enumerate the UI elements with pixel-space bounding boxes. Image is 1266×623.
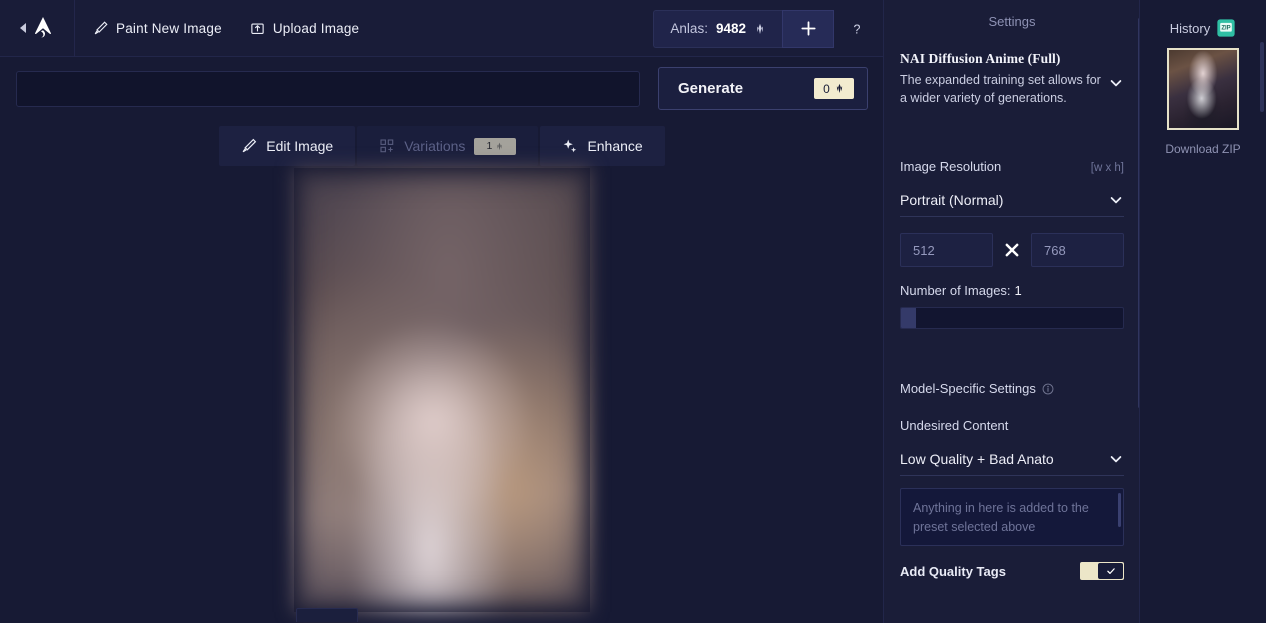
anlas-balance-button[interactable]: Anlas: 9482 <box>653 9 782 48</box>
checkmark-icon <box>1106 568 1115 575</box>
image-canvas-area <box>0 168 884 623</box>
model-specific-settings-section: Model-Specific Settings Undesired Conten… <box>900 381 1124 581</box>
image-toolbar-stub[interactable] <box>296 608 358 622</box>
number-of-images-value: 1 <box>1014 283 1022 299</box>
model-specific-header: Model-Specific Settings <box>900 381 1124 396</box>
model-specific-label: Model-Specific Settings <box>900 381 1036 397</box>
add-quality-tags-toggle[interactable] <box>1080 562 1124 581</box>
app-root: Paint New Image Upload Image Anlas: 9482 <box>0 0 1266 623</box>
main-column: Paint New Image Upload Image Anlas: 9482 <box>0 0 884 623</box>
paintbrush-icon <box>94 20 108 34</box>
model-description: The expanded training set allows for a w… <box>900 73 1101 106</box>
variations-cost-badge: 1 <box>474 137 517 155</box>
height-input[interactable]: 768 <box>1031 233 1124 268</box>
history-title: History <box>1169 20 1211 36</box>
download-zip-button[interactable]: Download ZIP <box>1140 142 1266 156</box>
generated-image-vignette <box>294 168 590 612</box>
history-thumbnail-item[interactable] <box>1167 48 1239 130</box>
add-anlas-button[interactable] <box>782 9 834 48</box>
pencil-icon <box>243 138 257 153</box>
history-panel: History ZIP Download ZIP <box>1140 0 1266 623</box>
anlas-icon <box>757 23 763 34</box>
chevron-down-icon <box>1110 197 1122 204</box>
paint-new-image-label: Paint New Image <box>116 20 222 36</box>
top-toolbar: Paint New Image Upload Image Anlas: 9482 <box>0 0 884 57</box>
image-resolution-hint: [w x h] <box>1090 162 1124 175</box>
number-of-images-row: Number of Images: 1 <box>900 283 1124 298</box>
undesired-content-textarea[interactable]: Anything in here is added to the preset … <box>900 488 1124 547</box>
sparkle-icon <box>564 139 577 153</box>
add-quality-tags-row: Add Quality Tags <box>900 562 1124 581</box>
toolbar-right-group: Anlas: 9482 ? <box>653 0 876 57</box>
history-scrollbar[interactable] <box>1260 42 1264 112</box>
number-of-images-label: Number of Images: <box>900 283 1011 299</box>
model-name: NAI Diffusion Anime (Full) <box>900 51 1061 66</box>
variations-button[interactable]: Variations 1 <box>357 126 539 166</box>
collapse-left-arrow-icon[interactable] <box>20 23 26 33</box>
generate-button[interactable]: Generate 0 <box>658 67 868 110</box>
upload-image-label: Upload Image <box>272 20 360 36</box>
prompt-input[interactable] <box>16 70 640 107</box>
svg-text:ZIP: ZIP <box>1222 25 1231 31</box>
undesired-content-preset-value: Low Quality + Bad Anato <box>900 451 1054 468</box>
svg-text:?: ? <box>854 22 861 36</box>
logo-zone <box>0 0 75 57</box>
generate-cost-value: 0 <box>823 81 830 96</box>
number-of-images-slider[interactable] <box>900 307 1124 330</box>
edit-image-label: Edit Image <box>266 138 334 154</box>
settings-gap-2 <box>884 329 1140 381</box>
prompt-row: Generate 0 <box>0 57 884 120</box>
variations-cost-value: 1 <box>486 140 493 152</box>
upload-image-icon <box>251 22 264 34</box>
image-resolution-label: Image Resolution <box>900 159 1002 175</box>
settings-panel: Settings NAI Diffusion Anime (Full) The … <box>884 0 1140 623</box>
chevron-down-icon <box>1110 456 1122 463</box>
image-action-row: Edit Image Variations 1 Enhance <box>0 124 884 168</box>
width-input[interactable]: 512 <box>900 233 993 268</box>
anlas-icon <box>836 83 842 94</box>
edit-image-button[interactable]: Edit Image <box>219 126 356 166</box>
enhance-label: Enhance <box>587 138 643 154</box>
textarea-scrollbar[interactable] <box>1118 493 1121 528</box>
settings-gap-1 <box>884 107 1140 159</box>
resolution-preset-select[interactable]: Portrait (Normal) <box>900 184 1124 218</box>
paint-new-image-button[interactable]: Paint New Image <box>83 11 232 45</box>
resolution-preset-value: Portrait (Normal) <box>900 192 1004 209</box>
generate-label: Generate <box>678 80 744 97</box>
anlas-icon <box>497 142 502 150</box>
plus-icon <box>800 21 816 36</box>
info-circle-icon[interactable] <box>1042 383 1054 395</box>
settings-title: Settings <box>988 14 1036 29</box>
zip-file-icon[interactable]: ZIP <box>1216 18 1236 38</box>
upload-image-button[interactable]: Upload Image <box>240 11 369 45</box>
novelai-leaf-logo-icon[interactable] <box>32 16 54 40</box>
help-button[interactable]: ? <box>838 10 876 48</box>
slider-fill <box>901 308 916 329</box>
variations-grid-icon <box>380 139 394 153</box>
history-header: History ZIP <box>1140 0 1266 48</box>
undesired-content-label: Undesired Content <box>900 418 1009 434</box>
toggle-knob <box>1098 563 1123 580</box>
add-quality-tags-label: Add Quality Tags <box>900 563 1006 579</box>
question-mark-icon: ? <box>854 22 861 36</box>
variations-label: Variations <box>404 138 466 154</box>
model-selector[interactable]: NAI Diffusion Anime (Full) The expanded … <box>900 51 1124 107</box>
chevron-down-icon <box>1110 80 1122 87</box>
enhance-button[interactable]: Enhance <box>540 126 665 166</box>
image-resolution-section: Image Resolution [w x h] Portrait (Norma… <box>900 159 1124 330</box>
multiply-icon <box>1005 243 1019 257</box>
generate-cost-badge: 0 <box>814 78 854 99</box>
anlas-label: Anlas: <box>670 21 708 36</box>
history-thumbnail-list <box>1140 48 1266 130</box>
dimension-row: 512 768 <box>900 233 1124 268</box>
anlas-count: 9482 <box>715 21 746 36</box>
undesired-content-preset-select[interactable]: Low Quality + Bad Anato <box>900 443 1124 477</box>
